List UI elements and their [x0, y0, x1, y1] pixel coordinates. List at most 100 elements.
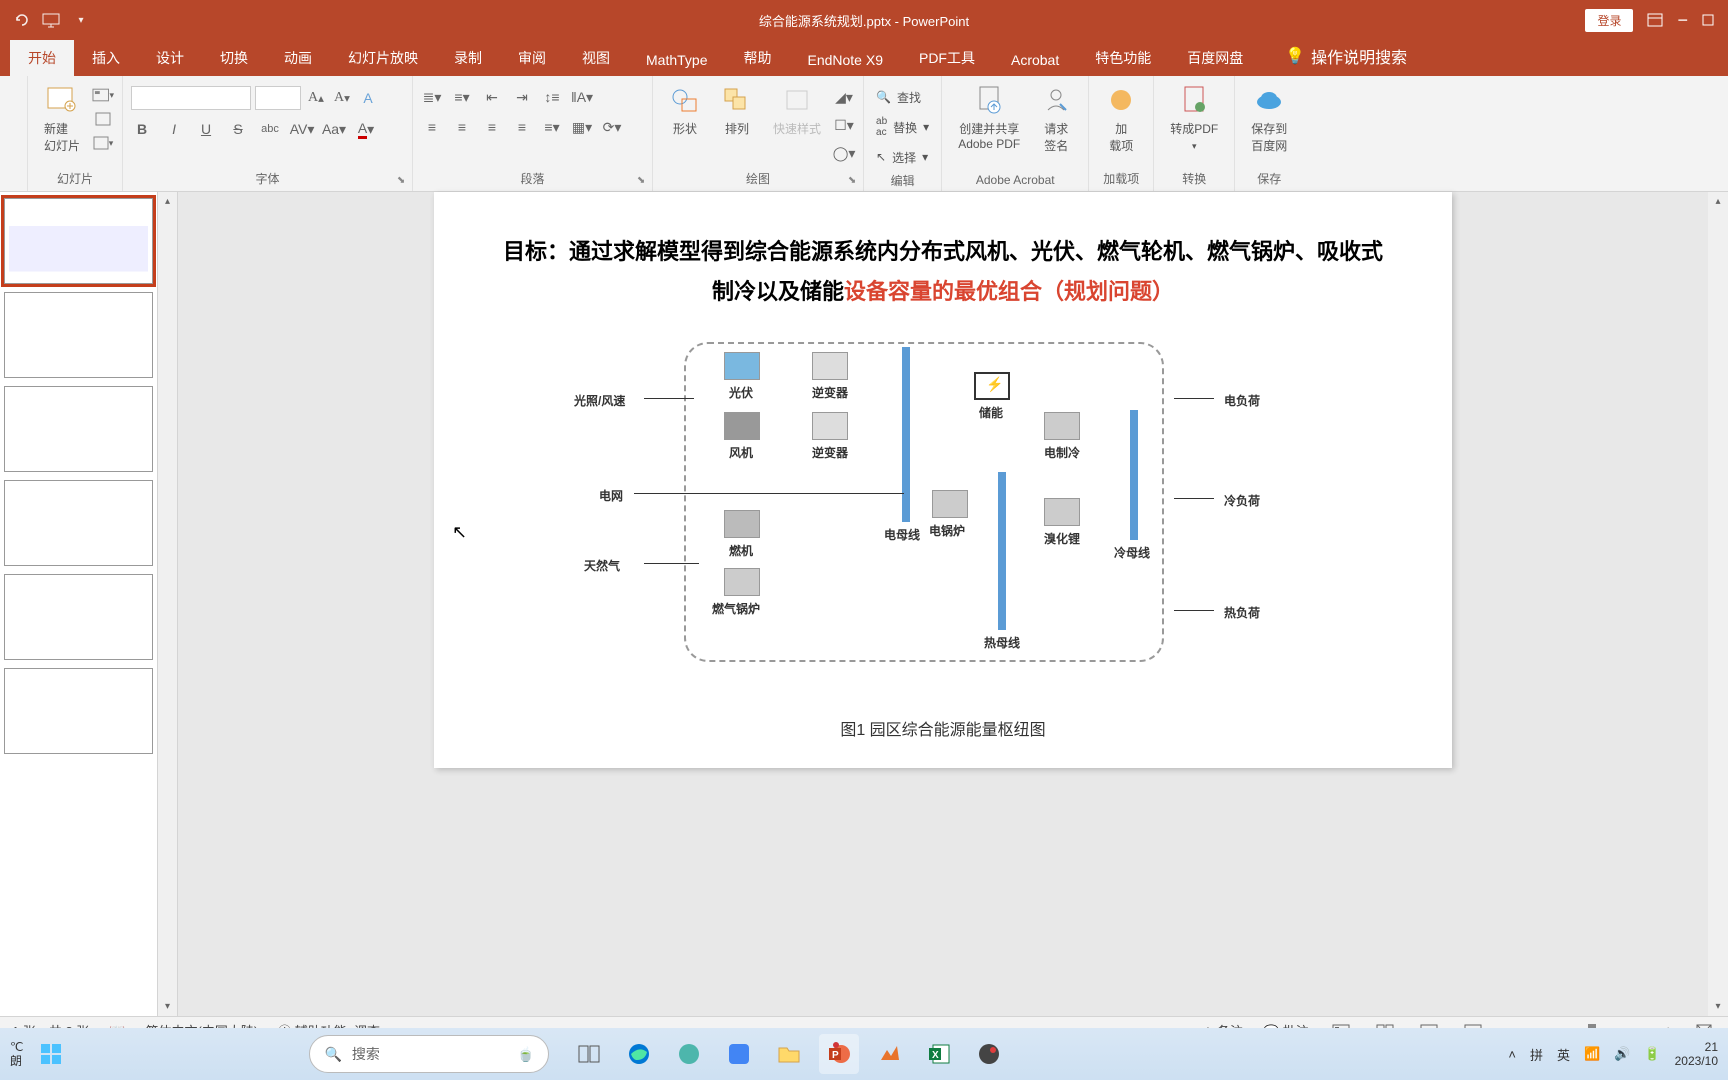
slide-thumb-4[interactable] — [4, 480, 153, 566]
tray-chevron-icon[interactable]: ˄ — [1508, 1047, 1516, 1062]
powerpoint-icon[interactable]: P — [819, 1034, 859, 1074]
drawing-dialog-launcher[interactable]: ⬊ — [845, 173, 859, 187]
ime-eng[interactable]: 英 — [1557, 1045, 1570, 1064]
excel-icon[interactable]: X — [919, 1034, 959, 1074]
quick-styles-button[interactable]: 快速样式 — [765, 80, 829, 141]
canvas-scroll-down[interactable]: ▾ — [1715, 1001, 1720, 1012]
increase-font-button[interactable]: A▴ — [305, 87, 327, 109]
change-case-button[interactable]: Aa▾ — [323, 118, 345, 140]
tab-animations[interactable]: 动画 — [266, 40, 330, 76]
battery-icon[interactable]: 🔋 — [1644, 1046, 1660, 1062]
shapes-button[interactable]: 形状 — [661, 80, 709, 141]
numbering-button[interactable]: ≡▾ — [451, 86, 473, 108]
slide-canvas-area[interactable]: 目标：通过求解模型得到综合能源系统内分布式风机、光伏、燃气轮机、燃气锅炉、吸收式… — [178, 192, 1708, 1016]
slide-thumbnail-panel[interactable] — [0, 192, 158, 1016]
justify-button[interactable]: ≡ — [511, 116, 533, 138]
qat-more-icon[interactable]: ▾ — [72, 11, 90, 29]
new-slide-button[interactable]: 新建 幻灯片 — [36, 80, 88, 158]
minimize-icon[interactable]: − — [1677, 10, 1688, 31]
decrease-font-button[interactable]: A▾ — [331, 87, 353, 109]
slide[interactable]: 目标：通过求解模型得到综合能源系统内分布式风机、光伏、燃气轮机、燃气锅炉、吸收式… — [434, 192, 1452, 768]
font-size-select[interactable] — [255, 86, 301, 110]
tab-slideshow[interactable]: 幻灯片放映 — [330, 40, 436, 76]
scroll-up-icon[interactable]: ▴ — [165, 196, 170, 207]
canvas-scrollbar[interactable]: ▴ ▾ — [1708, 192, 1728, 1016]
tab-endnote[interactable]: EndNote X9 — [789, 44, 901, 76]
thumb-scrollbar[interactable]: ▴ ▾ — [158, 192, 178, 1016]
bullets-button[interactable]: ≣▾ — [421, 86, 443, 108]
explorer-icon[interactable] — [769, 1034, 809, 1074]
arrange-button[interactable]: 排列 — [713, 80, 761, 141]
select-button[interactable]: ↖选择▾ — [872, 144, 932, 170]
tab-insert[interactable]: 插入 — [74, 40, 138, 76]
layout-button[interactable]: ▾ — [92, 84, 114, 106]
tab-view[interactable]: 视图 — [564, 40, 628, 76]
tab-mathtype[interactable]: MathType — [628, 44, 725, 76]
save-baidu-button[interactable]: 保存到 百度网 — [1243, 80, 1295, 158]
slide-thumb-6[interactable] — [4, 668, 153, 754]
smartart-button[interactable]: ⟳▾ — [601, 116, 623, 138]
edge-icon[interactable] — [619, 1034, 659, 1074]
section-button[interactable]: ▾ — [92, 132, 114, 154]
tell-me-search[interactable]: 💡 操作说明搜索 — [1271, 36, 1421, 76]
italic-button[interactable]: I — [163, 118, 185, 140]
to-pdf-button[interactable]: 转成PDF ▾ — [1162, 80, 1226, 156]
request-sign-button[interactable]: 请求 签名 — [1032, 80, 1080, 158]
shape-fill-button[interactable]: ◢▾ — [833, 86, 855, 108]
tab-transitions[interactable]: 切换 — [202, 40, 266, 76]
align-right-button[interactable]: ≡ — [481, 116, 503, 138]
align-left-button[interactable]: ≡ — [421, 116, 443, 138]
shadow-button[interactable]: abc — [259, 118, 281, 140]
tab-design[interactable]: 设计 — [138, 40, 202, 76]
wifi-icon[interactable]: 📶 — [1584, 1046, 1600, 1062]
task-view-icon[interactable] — [569, 1034, 609, 1074]
presentation-icon[interactable] — [42, 11, 60, 29]
clock[interactable]: 21 2023/10 — [1675, 1040, 1718, 1069]
line-spacing-button[interactable]: ↕≡ — [541, 86, 563, 108]
start-button[interactable] — [31, 1034, 71, 1074]
font-dialog-launcher[interactable]: ⬊ — [394, 173, 408, 187]
login-button[interactable]: 登录 — [1585, 9, 1633, 32]
tab-help[interactable]: 帮助 — [725, 40, 789, 76]
reset-button[interactable] — [92, 108, 114, 130]
scroll-down-icon[interactable]: ▾ — [165, 1001, 170, 1012]
volume-icon[interactable]: 🔊 — [1614, 1046, 1630, 1062]
tab-home[interactable]: 开始 — [10, 40, 74, 76]
app-teal-icon[interactable] — [669, 1034, 709, 1074]
maximize-icon[interactable] — [1702, 14, 1714, 26]
taskbar-search[interactable]: 🔍 搜索 🍵 — [309, 1035, 549, 1073]
weather-widget[interactable]: ℃ 朗 — [10, 1040, 23, 1069]
tab-baidu[interactable]: 百度网盘 — [1169, 40, 1261, 76]
distribute-button[interactable]: ≡▾ — [541, 116, 563, 138]
font-family-select[interactable] — [131, 86, 251, 110]
shape-outline-button[interactable]: ☐▾ — [833, 114, 855, 136]
tab-record[interactable]: 录制 — [436, 40, 500, 76]
indent-dec-button[interactable]: ⇤ — [481, 86, 503, 108]
tab-review[interactable]: 审阅 — [500, 40, 564, 76]
bold-button[interactable]: B — [131, 118, 153, 140]
undo-icon[interactable] — [12, 11, 30, 29]
text-direction-button[interactable]: ‖A▾ — [571, 86, 593, 108]
slide-thumb-3[interactable] — [4, 386, 153, 472]
align-center-button[interactable]: ≡ — [451, 116, 473, 138]
ribbon-display-icon[interactable] — [1647, 13, 1663, 27]
tab-special[interactable]: 特色功能 — [1077, 40, 1169, 76]
slide-thumb-5[interactable] — [4, 574, 153, 660]
app-blue-icon[interactable] — [719, 1034, 759, 1074]
tab-acrobat[interactable]: Acrobat — [993, 44, 1077, 76]
paragraph-dialog-launcher[interactable]: ⬊ — [634, 173, 648, 187]
addins-button[interactable]: 加 载项 — [1097, 80, 1145, 158]
underline-button[interactable]: U — [195, 118, 217, 140]
replace-button[interactable]: abac替换▾ — [872, 114, 933, 140]
font-color-button[interactable]: A▾ — [355, 118, 377, 140]
shape-effects-button[interactable]: ◯▾ — [833, 142, 855, 164]
slide-thumb-2[interactable] — [4, 292, 153, 378]
matlab-icon[interactable] — [869, 1034, 909, 1074]
canvas-scroll-up[interactable]: ▴ — [1715, 196, 1720, 207]
clear-format-button[interactable]: A — [357, 87, 379, 109]
tab-pdftools[interactable]: PDF工具 — [901, 40, 993, 76]
slide-thumb-1[interactable] — [4, 198, 153, 284]
indent-inc-button[interactable]: ⇥ — [511, 86, 533, 108]
char-spacing-button[interactable]: AV▾ — [291, 118, 313, 140]
create-share-pdf-button[interactable]: 创建并共享 Adobe PDF — [950, 80, 1028, 155]
